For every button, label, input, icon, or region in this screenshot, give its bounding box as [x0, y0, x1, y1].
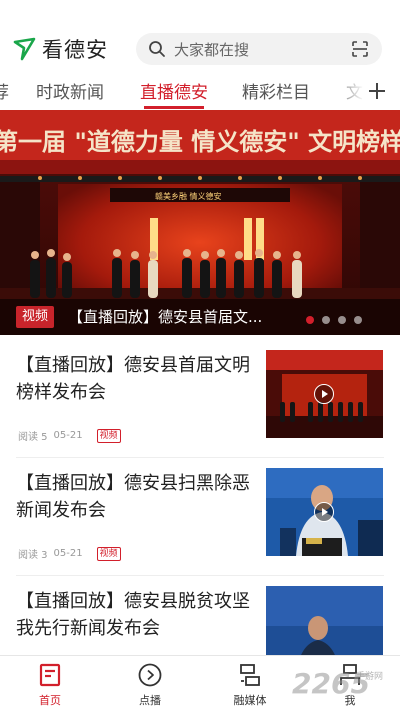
search-icon [149, 41, 165, 57]
app-header: 看德安 大家都在搜 [0, 0, 400, 70]
carousel-dot-2[interactable] [322, 316, 330, 324]
nav-on-demand-label: 点播 [139, 694, 161, 707]
news-meta: 阅读 3 05-21 视频 [18, 546, 121, 561]
watermark-subtext: 手游网 [356, 672, 384, 682]
search-placeholder: 大家都在搜 [174, 40, 250, 59]
tab-featured-columns[interactable]: 精彩栏目 [242, 78, 310, 103]
news-read-count: 阅读 3 [18, 550, 48, 561]
banner-video-tag: 视频 [16, 306, 55, 328]
play-icon[interactable] [314, 384, 334, 404]
nav-media[interactable]: 融媒体 [220, 662, 280, 708]
banner-title[interactable]: 【直播回放】德安县首届文... [68, 306, 262, 328]
news-thumbnail [266, 468, 383, 556]
news-meta: 阅读 5 05-21 视频 [18, 428, 121, 443]
channel-tabs: 荐 时政新闻 直播德安 精彩栏目 文 [0, 70, 400, 110]
featured-banner[interactable]: 第一届 "道德力量 情义德安" 文明榜样发布 赣美乡融 情义德安 [0, 110, 400, 335]
search-bar[interactable]: 大家都在搜 [136, 33, 382, 65]
nav-media-label: 融媒体 [233, 694, 267, 707]
news-title: 【直播回放】德安县扫黑除恶新闻发布会 [16, 473, 250, 521]
news-video-badge: 视频 [96, 546, 121, 561]
news-item[interactable]: 【直播回放】德安县首届文明榜样发布会 阅读 5 05-21 视频 [0, 340, 400, 458]
nav-on-demand[interactable]: 点播 [120, 662, 180, 708]
carousel-dot-4[interactable] [354, 316, 362, 324]
news-item[interactable]: 【直播回放】德安县扫黑除恶新闻发布会 阅读 3 05-21 视频 [0, 458, 400, 576]
banner-screen-text: 赣美乡融 情义德安 [155, 191, 222, 201]
active-tab-indicator [144, 106, 204, 109]
media-icon [240, 664, 260, 686]
news-date: 05-21 [53, 430, 83, 441]
app-logo[interactable]: 看德安 [12, 34, 108, 64]
scan-icon[interactable] [350, 39, 370, 59]
tab-live-dean[interactable]: 直播德安 [140, 78, 208, 103]
banner-backdrop-text: 第一届 "道德力量 情义德安" 文明榜样发布 [0, 128, 400, 156]
tabs-fade [330, 70, 364, 110]
news-read-count: 阅读 5 [18, 432, 48, 443]
logo-icon [13, 37, 36, 61]
carousel-dot-1[interactable] [306, 316, 314, 324]
play-circle-icon [138, 663, 162, 687]
news-title: 【直播回放】德安县首届文明榜样发布会 [16, 355, 250, 403]
news-title: 【直播回放】德安县脱贫攻坚我先行新闻发布会 [16, 591, 250, 639]
nav-home-label: 首页 [39, 694, 61, 707]
news-thumbnail [266, 350, 383, 438]
carousel-indicator [306, 316, 362, 324]
home-icon [39, 663, 61, 687]
tab-politics-news[interactable]: 时政新闻 [36, 78, 104, 103]
tab-recommend[interactable]: 荐 [0, 78, 9, 103]
news-date: 05-21 [53, 548, 83, 559]
nav-home[interactable]: 首页 [20, 662, 80, 708]
app-name: 看德安 [42, 38, 108, 62]
add-channel-icon[interactable] [366, 80, 388, 102]
carousel-dot-3[interactable] [338, 316, 346, 324]
news-video-badge: 视频 [96, 428, 121, 443]
play-icon[interactable] [314, 502, 334, 522]
